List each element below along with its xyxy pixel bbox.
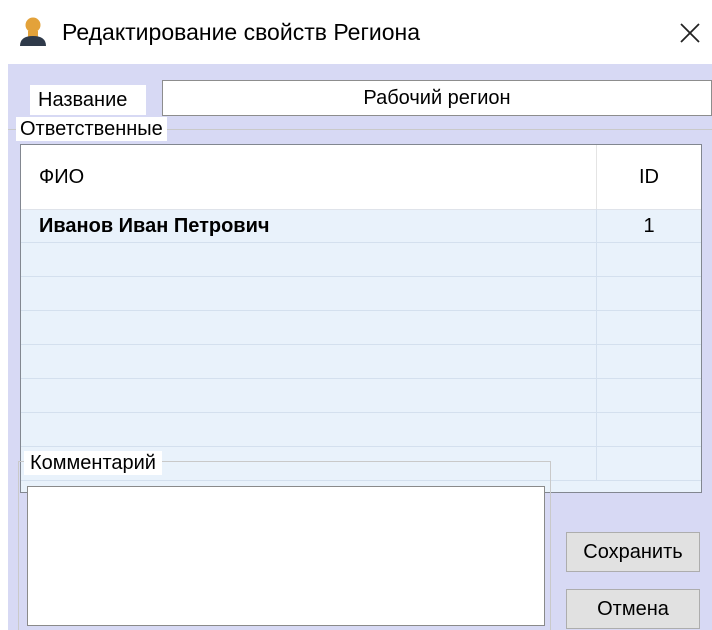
responsible-table[interactable]: ФИО ID Иванов Иван Петрович 1 (20, 144, 702, 493)
table-header: ФИО ID (21, 145, 701, 210)
name-input[interactable] (162, 80, 712, 116)
cell-fio: Иванов Иван Петрович (39, 215, 270, 237)
empty-row (21, 413, 701, 447)
cancel-button[interactable]: Отмена (566, 589, 700, 629)
close-icon[interactable] (670, 12, 708, 52)
save-button[interactable]: Сохранить (566, 532, 700, 572)
empty-row (21, 243, 701, 277)
comment-textarea[interactable] (27, 486, 545, 626)
empty-row (21, 311, 701, 345)
window-title: Редактирование свойств Региона (62, 19, 420, 45)
title-bar: Редактирование свойств Региона (0, 0, 712, 64)
comment-group-label: Комментарий (24, 451, 162, 475)
empty-row (21, 379, 701, 413)
cell-id: 1 (596, 209, 701, 243)
empty-row (21, 277, 701, 311)
column-header-fio[interactable]: ФИО (39, 165, 84, 189)
dialog-body: Название Ответственные ФИО ID Иванов Ива… (8, 64, 712, 630)
empty-row (21, 345, 701, 379)
responsible-group-label: Ответственные (16, 117, 167, 141)
name-label: Название (30, 85, 146, 115)
user-icon (20, 17, 46, 46)
column-header-id[interactable]: ID (596, 145, 701, 209)
table-row[interactable]: Иванов Иван Петрович 1 (21, 209, 701, 243)
